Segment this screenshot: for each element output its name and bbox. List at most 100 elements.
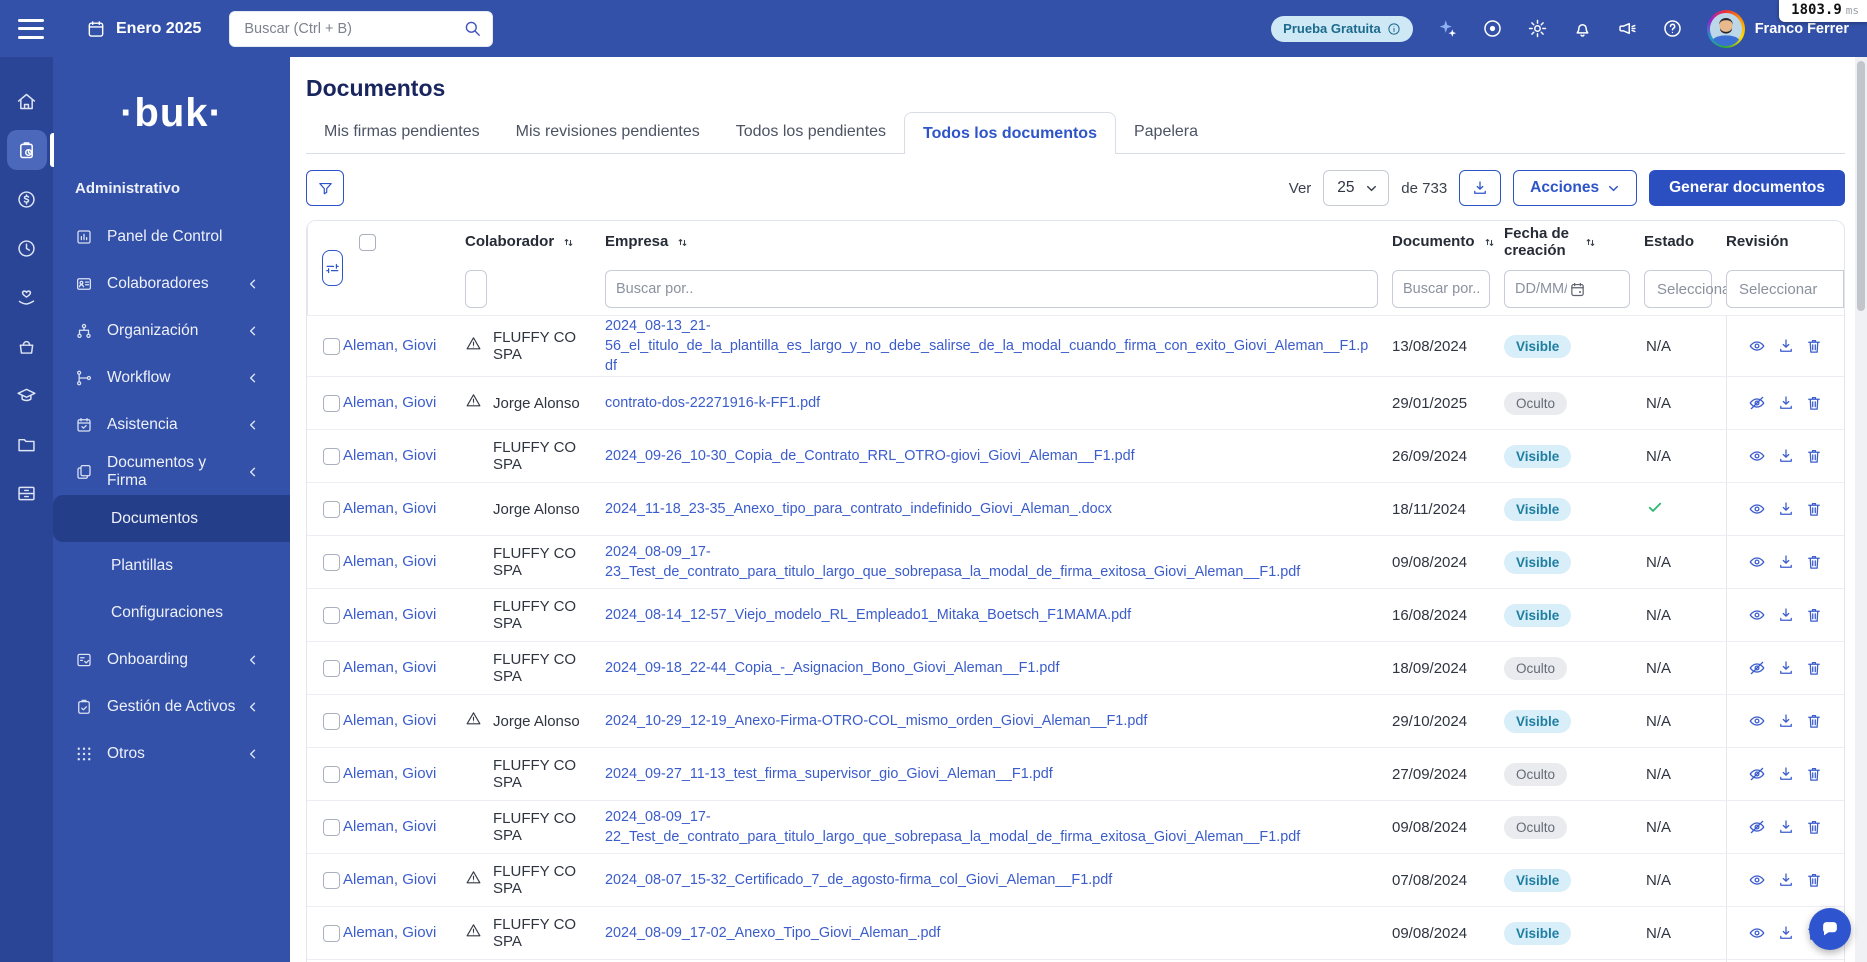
trash-icon[interactable]: [1805, 818, 1823, 836]
rail-item-archive[interactable]: [7, 473, 47, 513]
trial-badge[interactable]: Prueba Gratuita: [1271, 15, 1413, 42]
eye-icon[interactable]: [1748, 712, 1766, 730]
download-icon[interactable]: [1777, 553, 1795, 571]
download-icon[interactable]: [1777, 394, 1795, 412]
filter-button[interactable]: [306, 170, 344, 206]
rail-item-coin[interactable]: [7, 179, 47, 219]
rail-item-hand-heart[interactable]: [7, 277, 47, 317]
sidebar-subitem-plantillas[interactable]: Plantillas: [53, 542, 290, 589]
trash-icon[interactable]: [1805, 712, 1823, 730]
rail-item-home[interactable]: [7, 81, 47, 121]
row-checkbox[interactable]: [323, 924, 340, 942]
chat-launcher[interactable]: [1809, 908, 1851, 950]
documento-link[interactable]: 2024_08-09_17-23_Test_de_contrato_para_t…: [605, 542, 1392, 582]
download-icon[interactable]: [1777, 659, 1795, 677]
row-checkbox[interactable]: [323, 394, 340, 412]
download-icon[interactable]: [1777, 871, 1795, 889]
download-icon[interactable]: [1777, 606, 1795, 624]
view-mode-icon[interactable]: [1482, 18, 1503, 39]
period-selector[interactable]: Enero 2025: [86, 19, 201, 39]
select-all-checkbox[interactable]: [359, 233, 376, 251]
eye-off-icon[interactable]: [1748, 818, 1766, 836]
documento-link[interactable]: 2024_09-18_22-44_Copia_-_Asignacion_Bono…: [605, 658, 1392, 678]
row-checkbox[interactable]: [323, 765, 340, 783]
trash-icon[interactable]: [1805, 553, 1823, 571]
sidebar-item-colaboradores[interactable]: Colaboradores: [53, 260, 290, 307]
filter-fecha-input[interactable]: DD/MM/: [1504, 270, 1630, 308]
page-size-select[interactable]: 25: [1323, 170, 1390, 206]
gear-icon[interactable]: [1527, 18, 1548, 39]
eye-icon[interactable]: [1748, 924, 1766, 942]
megaphone-icon[interactable]: [1617, 18, 1638, 39]
filter-estado-select[interactable]: Seleccionar: [1644, 270, 1726, 308]
sidebar-item-gesti-n-de-activos[interactable]: Gestión de Activos: [53, 683, 290, 730]
colaborador-link[interactable]: Aleman, Giovi: [343, 394, 436, 411]
filter-documento-input[interactable]: [1392, 270, 1490, 308]
trash-icon[interactable]: [1805, 606, 1823, 624]
rail-item-clock[interactable]: [7, 228, 47, 268]
scrollbar-thumb[interactable]: [1857, 61, 1865, 311]
row-checkbox[interactable]: [323, 606, 340, 624]
eye-off-icon[interactable]: [1748, 765, 1766, 783]
export-button[interactable]: [1459, 170, 1502, 206]
sidebar-subitem-documentos[interactable]: Documentos: [53, 495, 290, 542]
sparkle-icon[interactable]: [1437, 18, 1458, 39]
sort-icon[interactable]: [676, 236, 689, 249]
sidebar-item-documentos-y-firma[interactable]: Documentos y Firma: [53, 448, 290, 495]
colaborador-link[interactable]: Aleman, Giovi: [343, 337, 436, 354]
sort-icon[interactable]: [562, 236, 575, 249]
documento-link[interactable]: contrato-dos-22271916-k-FF1.pdf: [605, 393, 1392, 413]
row-checkbox[interactable]: [323, 447, 340, 465]
colaborador-link[interactable]: Aleman, Giovi: [343, 500, 436, 517]
column-settings-button[interactable]: [322, 250, 343, 286]
row-checkbox[interactable]: [323, 659, 340, 677]
filter-empresa-input[interactable]: [605, 270, 1378, 308]
sidebar-item-otros[interactable]: Otros: [53, 730, 290, 777]
trash-icon[interactable]: [1805, 765, 1823, 783]
colaborador-link[interactable]: Aleman, Giovi: [343, 765, 436, 782]
colaborador-link[interactable]: Aleman, Giovi: [343, 818, 436, 835]
global-search[interactable]: [229, 10, 494, 47]
colaborador-link[interactable]: Aleman, Giovi: [343, 659, 436, 676]
download-icon[interactable]: [1777, 337, 1795, 355]
eye-off-icon[interactable]: [1748, 659, 1766, 677]
colaborador-link[interactable]: Aleman, Giovi: [343, 447, 436, 464]
colaborador-link[interactable]: Aleman, Giovi: [343, 871, 436, 888]
documento-link[interactable]: 2024_08-09_17-22_Test_de_contrato_para_t…: [605, 807, 1392, 847]
hamburger-menu-icon[interactable]: [18, 18, 44, 39]
eye-off-icon[interactable]: [1748, 394, 1766, 412]
row-checkbox[interactable]: [323, 871, 340, 889]
eye-icon[interactable]: [1748, 606, 1766, 624]
tab-todos-los-documentos[interactable]: Todos los documentos: [904, 112, 1116, 154]
colaborador-link[interactable]: Aleman, Giovi: [343, 712, 436, 729]
sidebar-item-organizaci-n[interactable]: Organización: [53, 307, 290, 354]
sidebar-item-asistencia[interactable]: Asistencia: [53, 401, 290, 448]
download-icon[interactable]: [1777, 447, 1795, 465]
sort-icon[interactable]: [1483, 236, 1496, 249]
filter-revision-select[interactable]: Seleccionar: [1726, 270, 1844, 308]
eye-icon[interactable]: [1748, 337, 1766, 355]
help-icon[interactable]: [1662, 18, 1683, 39]
rail-item-folder[interactable]: [7, 424, 47, 464]
sidebar-item-panel-de-control[interactable]: Panel de Control: [53, 213, 290, 260]
trash-icon[interactable]: [1805, 659, 1823, 677]
filter-colaborador-input[interactable]: [465, 270, 487, 308]
row-checkbox[interactable]: [323, 818, 340, 836]
download-icon[interactable]: [1777, 924, 1795, 942]
acciones-button[interactable]: Acciones: [1513, 170, 1638, 206]
documento-link[interactable]: 2024_10-29_12-19_Anexo-Firma-OTRO-COL_mi…: [605, 711, 1392, 731]
documento-link[interactable]: 2024_11-18_23-35_Anexo_tipo_para_contrat…: [605, 499, 1392, 519]
trash-icon[interactable]: [1805, 337, 1823, 355]
row-checkbox[interactable]: [323, 500, 340, 518]
download-icon[interactable]: [1777, 712, 1795, 730]
documento-link[interactable]: 2024_08-09_17-02_Anexo_Tipo_Giovi_Aleman…: [605, 923, 1392, 943]
row-checkbox[interactable]: [323, 553, 340, 571]
trash-icon[interactable]: [1805, 447, 1823, 465]
download-icon[interactable]: [1777, 818, 1795, 836]
trash-icon[interactable]: [1805, 500, 1823, 518]
trash-icon[interactable]: [1805, 871, 1823, 889]
rail-item-clipboard-clock[interactable]: [6, 130, 54, 170]
sort-icon[interactable]: [1584, 236, 1597, 249]
eye-icon[interactable]: [1748, 871, 1766, 889]
documento-link[interactable]: 2024_08-13_21-56_el_titulo_de_la_plantil…: [605, 316, 1392, 376]
